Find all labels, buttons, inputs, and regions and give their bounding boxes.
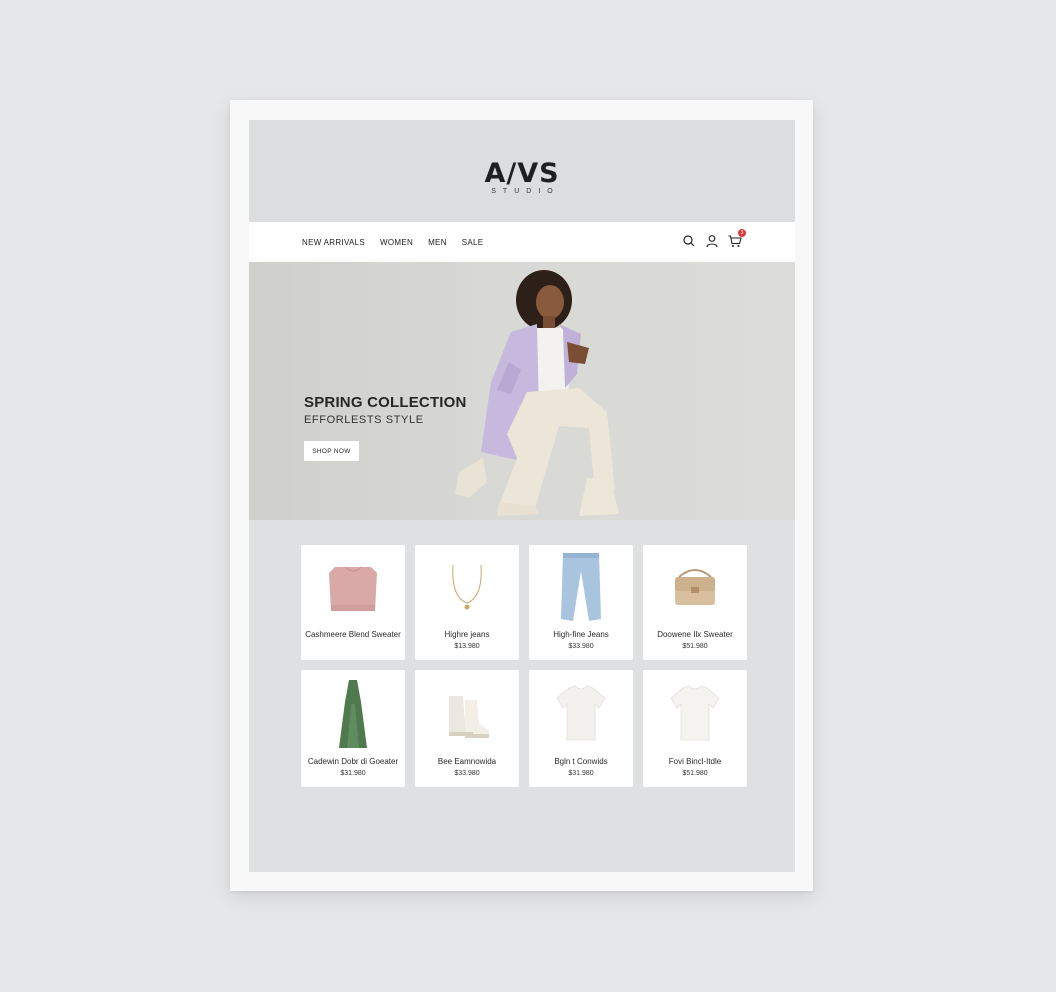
- product-price: $13.980: [454, 643, 480, 650]
- green-dress-image: [339, 680, 367, 748]
- logo-subtitle: STUDIO: [491, 188, 560, 195]
- beige-handbag-image: [675, 569, 715, 605]
- product-price: $51.980: [682, 770, 708, 777]
- white-boots-image: [449, 696, 489, 738]
- cart-count-badge: 3: [738, 229, 746, 237]
- white-tshirt-image: [556, 685, 606, 741]
- product-card-tshirt[interactable]: Bgln t Conwids $31.980: [529, 670, 633, 787]
- product-name: High-fine Jeans: [553, 630, 609, 639]
- product-name: Bee Eamnowida: [437, 757, 497, 766]
- product-card-sweater[interactable]: Cashmeere Blend Sweater: [301, 545, 405, 660]
- pink-sweater-image: [329, 566, 377, 611]
- hero-banner: SPRING COLLECTION EFFORLESTS STYLE SHOP …: [249, 262, 795, 520]
- product-name: Highre jeans: [444, 630, 490, 639]
- product-card-handbag[interactable]: Doowene Ilx Sweater $51.980: [643, 545, 747, 660]
- brand-header: A/VS STUDIO: [249, 120, 795, 222]
- nav-links: NEW ARRIVALS WOMEN MEN SALE: [302, 222, 498, 262]
- search-icon[interactable]: [681, 233, 697, 249]
- product-name: Bgln t Conwids: [554, 757, 608, 766]
- logo-mark: A/VS: [484, 158, 560, 189]
- product-name: Fovi Bincl-Itdle: [668, 757, 722, 766]
- product-price: $33.980: [568, 643, 594, 650]
- hero-subtitle: EFFORLESTS STYLE: [304, 414, 424, 426]
- product-name: Doowene Ilx Sweater: [657, 630, 733, 639]
- gold-necklace-image: [452, 564, 482, 610]
- product-price: $31.980: [340, 770, 366, 777]
- product-price: $33.980: [454, 770, 480, 777]
- hero-title: SPRING COLLECTION: [304, 394, 467, 411]
- user-icon[interactable]: [704, 233, 720, 249]
- shop-now-button[interactable]: SHOP NOW: [304, 441, 359, 461]
- storefront-page: A/VS STUDIO NEW ARRIVALS WOMEN MEN SALE …: [249, 120, 795, 872]
- brand-logo[interactable]: A/VS STUDIO: [249, 158, 795, 196]
- product-card-necklace[interactable]: Highre jeans $13.980: [415, 545, 519, 660]
- product-name: Cashmeere Blend Sweater: [305, 630, 401, 639]
- product-card-dress[interactable]: Cadewin Dobr di Goeater $31.980: [301, 670, 405, 787]
- nav-link-sale[interactable]: SALE: [462, 238, 484, 247]
- product-card-tshirt-2[interactable]: Fovi Bincl-Itdle $51.980: [643, 670, 747, 787]
- main-navigation: NEW ARRIVALS WOMEN MEN SALE 3: [249, 222, 795, 262]
- product-price: $51.980: [682, 643, 708, 650]
- nav-link-new-arrivals[interactable]: NEW ARRIVALS: [302, 238, 365, 247]
- white-tshirt-image: [670, 685, 720, 741]
- product-card-jeans[interactable]: High-fine Jeans $33.980: [529, 545, 633, 660]
- nav-icons: 3: [674, 229, 746, 249]
- blue-jeans-image: [561, 553, 601, 621]
- product-name: Cadewin Dobr di Goeater: [307, 757, 399, 766]
- hero-model-image: [455, 270, 619, 516]
- product-card-boots[interactable]: Bee Eamnowida $33.980: [415, 670, 519, 787]
- product-price: $31.980: [568, 770, 594, 777]
- cart-icon[interactable]: 3: [727, 229, 746, 249]
- nav-link-women[interactable]: WOMEN: [380, 238, 413, 247]
- nav-link-men[interactable]: MEN: [428, 238, 447, 247]
- product-grid: Cashmeere Blend Sweater Highre jeans $13…: [301, 545, 748, 787]
